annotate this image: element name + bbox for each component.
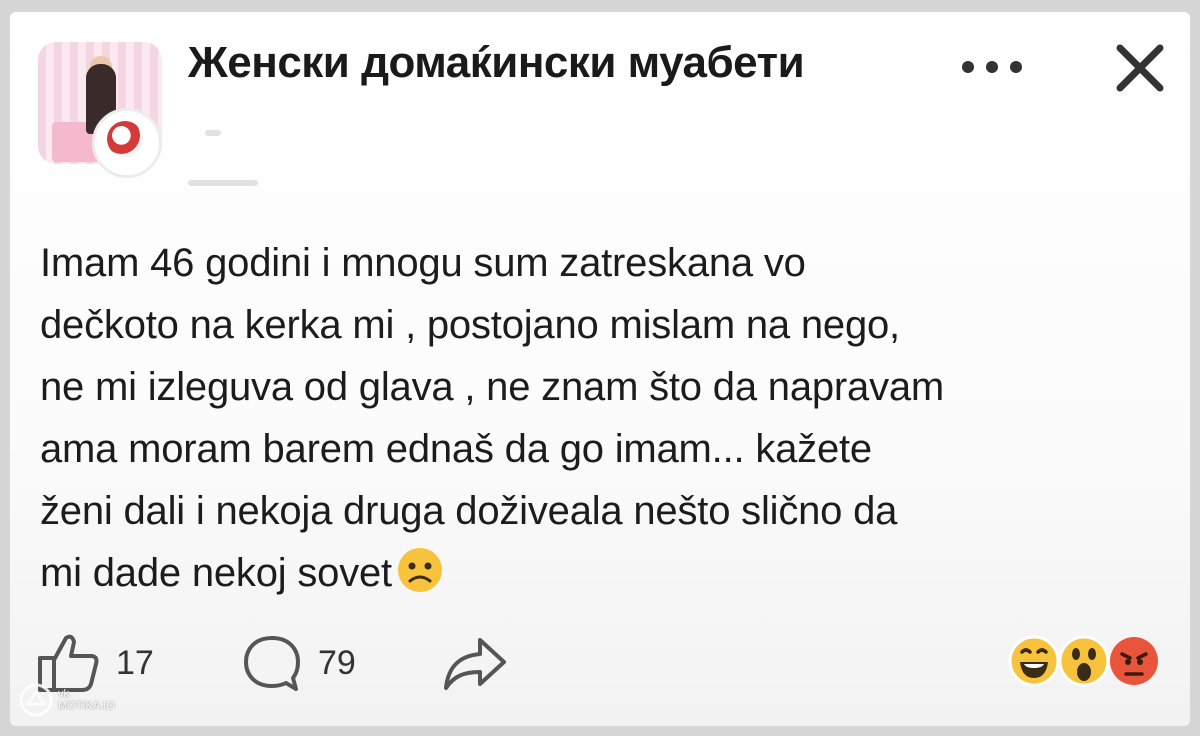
like-count: 17 [116,643,154,682]
reactions-group [1008,635,1158,687]
reactions-summary[interactable] [1004,632,1164,690]
more-options-button[interactable] [960,44,1024,84]
comment-count: 79 [318,643,356,682]
wow-emoji [1058,635,1110,687]
laughing-emoji [1008,635,1060,687]
watermark-logo-icon [19,683,53,717]
share-arrow-icon [444,638,506,690]
post-text: Imam 46 godini i mnogu sum zatreskana vo… [40,241,945,595]
more-dots-icon [962,61,1022,73]
blurred-author-name [205,130,221,136]
comment-button[interactable]: 79 [240,632,356,694]
post-body: Imam 46 godini i mnogu sum zatreskana vo… [40,232,1170,604]
watermark-line2: MOTIKA.IO [58,700,115,712]
watermark-line1: vk [58,688,69,700]
close-button[interactable] [1112,40,1168,96]
blurred-post-time [188,180,258,186]
angry-emoji [1110,637,1158,685]
group-name[interactable]: Женски домаќински муабети [188,38,805,88]
worried-face-emoji [397,548,442,592]
close-icon [1116,44,1164,92]
share-button[interactable] [440,632,510,694]
comment-bubble-icon [244,636,300,691]
user-avatar-badge[interactable] [92,108,162,178]
watermark: vk MOTIKA.IO [18,682,115,718]
